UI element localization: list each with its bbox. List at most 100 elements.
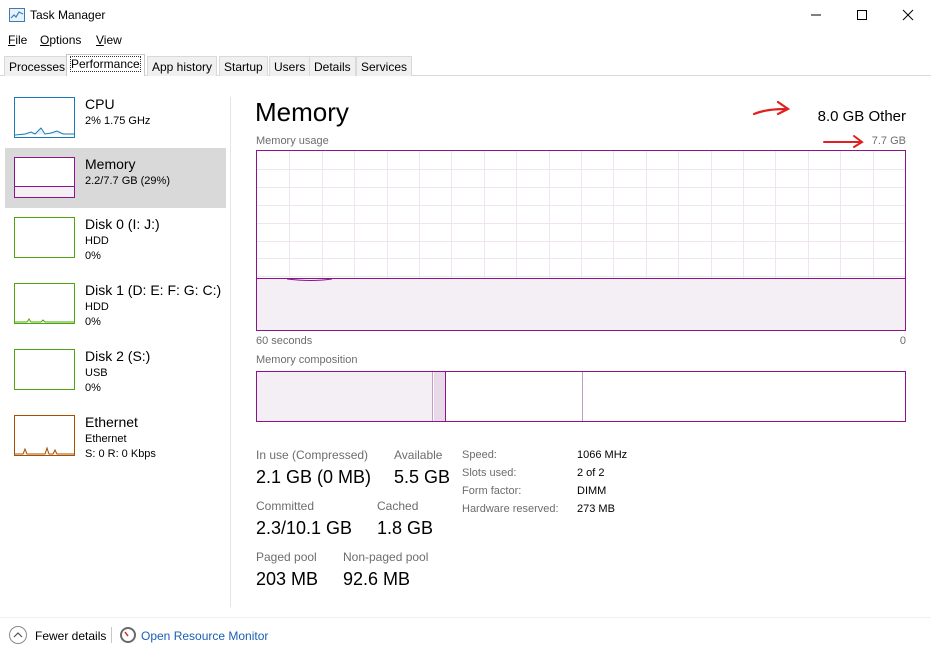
in-use-label: In use (Compressed) [256,448,369,462]
window-title: Task Manager [30,8,106,22]
resource-type: Ethernet [85,433,127,445]
maximize-icon [857,10,867,20]
resource-detail: 2% 1.75 GHz [85,115,151,127]
tab-performance-label: Performance [70,56,141,72]
page-title: Memory [255,97,349,127]
resource-detail: 0% [85,382,101,394]
resource-detail: 2.2/7.7 GB (29%) [85,175,170,187]
chevron-up-icon[interactable] [9,626,27,644]
spec-speed-label: Speed: [462,449,497,461]
resource-item-cpu[interactable]: CPU 2% 1.75 GHz [5,88,226,148]
memory-composition-label: Memory composition [256,354,358,366]
menu-options-key: O [40,33,50,47]
fewer-details-label: Fewer details [35,629,107,643]
resource-item-disk-1[interactable]: Disk 1 (D: E: F: G: C:) HDD 0% [5,274,226,334]
resource-item-ethernet[interactable]: Ethernet Ethernet S: 0 R: 0 Kbps [5,406,226,466]
memory-usage-label: Memory usage [256,135,329,147]
cached-label: Cached [377,499,419,513]
spec-hardware-reserved-label: Hardware reserved: [462,503,559,515]
paged-pool-value: 203 MB [256,569,319,589]
title-bar: Task Manager [0,0,931,30]
close-button[interactable] [885,0,931,30]
resource-name: Memory [85,156,136,172]
cached-value: 1.8 GB [377,518,434,538]
spec-slots-label: Slots used: [462,467,517,479]
resource-name: CPU [85,96,115,112]
available-value: 5.5 GB [394,467,451,487]
tab-app-history[interactable]: App history [147,56,218,76]
fewer-details-link[interactable]: Fewer details [35,629,106,643]
tab-processes[interactable]: Processes [4,56,71,76]
graph-line [286,278,333,281]
composition-free [584,372,905,421]
tab-bar: Processes Performance App history Startu… [0,54,931,76]
tab-startup[interactable]: Startup [219,56,268,76]
committed-label: Committed [256,499,315,513]
menu-bar: File Options View [0,31,931,51]
memory-total: 8.0 GB Other [817,108,906,125]
memory-usage-max: 7.7 GB [871,135,906,147]
menu-file[interactable]: File [8,33,27,47]
resource-monitor-icon[interactable] [120,627,136,643]
memory-usage-graph [256,150,906,331]
menu-view-label: iew [103,33,122,47]
composition-in-use [257,372,433,421]
committed-value: 2.3/10.1 GB [256,518,353,538]
footer-separator [111,627,112,643]
resource-item-disk-2[interactable]: Disk 2 (S:) USB 0% [5,340,226,400]
resource-name: Disk 2 (S:) [85,348,151,364]
cpu-thumbnail [14,97,75,138]
resource-detail: 0% [85,250,101,262]
available-label: Available [394,448,443,462]
memory-thumbnail [14,157,75,198]
menu-options-label: ptions [49,33,82,47]
resource-name: Ethernet [85,414,138,430]
footer-divider [0,617,931,618]
tab-services[interactable]: Services [356,56,413,76]
menu-view-key: V [96,33,104,47]
resource-type: HDD [85,301,109,313]
maximize-button[interactable] [839,0,885,30]
close-icon [902,9,914,21]
spec-form-factor-label: Form factor: [462,485,522,497]
menu-options[interactable]: Options [40,33,81,47]
resource-type: HDD [85,235,109,247]
tab-users[interactable]: Users [269,56,311,76]
minimize-icon [811,14,821,16]
disk-1-thumbnail [14,283,75,324]
non-paged-pool-value: 92.6 MB [343,569,411,589]
non-paged-pool-label: Non-paged pool [343,550,429,564]
composition-modified [434,372,446,421]
resource-item-memory[interactable]: Memory 2.2/7.7 GB (29%) [5,148,226,208]
minimize-button[interactable] [793,0,839,30]
menu-file-label: ile [15,33,28,47]
resource-item-disk-0[interactable]: Disk 0 (I: J:) HDD 0% [5,208,226,268]
memory-composition-bar [256,371,906,422]
resource-name: Disk 1 (D: E: F: G: C:) [85,282,222,298]
spec-speed-value: 1066 MHz [577,449,628,461]
task-manager-icon [9,8,25,22]
tab-details[interactable]: Details [309,56,356,76]
ethernet-thumbnail [14,415,75,456]
spec-form-factor-value: DIMM [577,485,607,497]
resource-detail: 0% [85,316,101,328]
disk-2-thumbnail [14,349,75,390]
annotation-arrow-icon [823,135,864,148]
open-resource-monitor-link[interactable]: Open Resource Monitor [141,629,268,643]
panel-divider [230,97,231,607]
resource-type: USB [85,367,108,379]
annotation-arrow-icon [752,100,791,116]
graph-axis-left: 60 seconds [256,335,313,347]
resource-detail: S: 0 R: 0 Kbps [85,448,156,460]
in-use-value: 2.1 GB (0 MB) [256,467,372,487]
spec-hardware-reserved-value: 273 MB [577,503,615,515]
paged-pool-label: Paged pool [256,550,317,564]
spec-slots-value: 2 of 2 [577,467,605,479]
menu-view[interactable]: View [96,33,122,47]
resource-list: CPU 2% 1.75 GHz Memory 2.2/7.7 GB (29%) … [0,77,230,607]
disk-0-thumbnail [14,217,75,258]
tab-performance[interactable]: Performance [66,54,145,76]
graph-axis-right: 0 [899,335,906,347]
resource-name: Disk 0 (I: J:) [85,216,160,232]
composition-standby [447,372,583,421]
